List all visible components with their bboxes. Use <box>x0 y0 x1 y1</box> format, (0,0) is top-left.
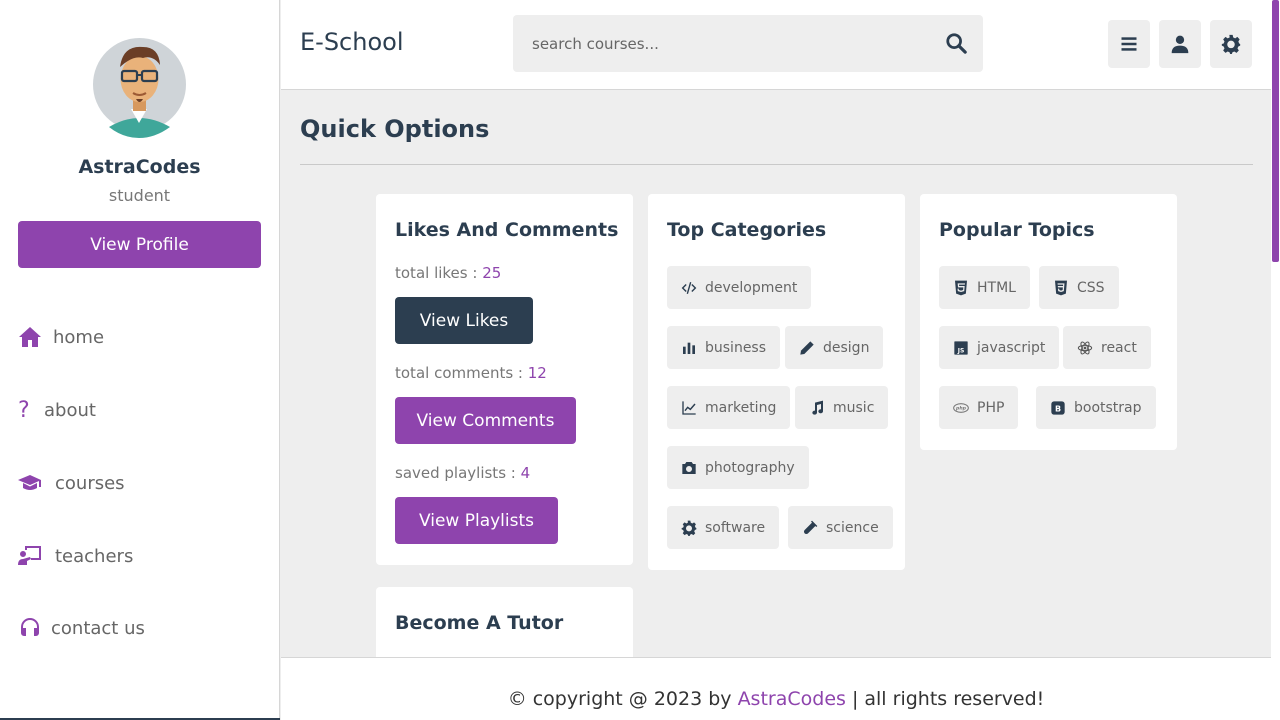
sidebar-item-home[interactable]: home <box>18 322 104 352</box>
code-icon <box>681 281 697 294</box>
sidebar-item-courses[interactable]: courses <box>18 468 125 498</box>
home-icon <box>19 327 41 347</box>
category-photography[interactable]: photography <box>667 446 809 489</box>
sidebar-item-about[interactable]: ? about <box>18 395 96 425</box>
php-icon: php <box>953 402 969 413</box>
card-title: Top Categories <box>667 219 827 241</box>
footer-prefix: © copyright @ 2023 by <box>507 688 738 710</box>
headset-icon <box>21 618 39 636</box>
view-playlists-button[interactable]: View Playlists <box>395 497 558 544</box>
topic-react[interactable]: react <box>1063 326 1151 369</box>
view-profile-button[interactable]: View Profile <box>18 221 261 268</box>
sidebar-item-label: contact us <box>51 617 145 639</box>
chalkboard-teacher-icon <box>18 546 41 565</box>
bootstrap-icon: B <box>1051 400 1065 415</box>
sidebar-item-teachers[interactable]: teachers <box>18 541 133 571</box>
topic-css[interactable]: CSS <box>1039 266 1119 309</box>
svg-text:JS: JS <box>957 347 965 354</box>
scrollbar[interactable] <box>1271 0 1280 720</box>
css3-icon <box>1055 280 1067 295</box>
avatar[interactable] <box>93 31 186 138</box>
logo[interactable]: E-School <box>300 28 404 56</box>
page-title: Quick Options <box>300 115 490 143</box>
menu-icon <box>1121 37 1137 51</box>
graduation-cap-icon <box>18 475 41 490</box>
profile-name: AstraCodes <box>78 156 201 178</box>
js-icon: JS <box>954 340 968 355</box>
category-business[interactable]: business <box>667 326 781 369</box>
bar-chart-icon <box>683 342 695 354</box>
topic-html[interactable]: HTML <box>939 266 1030 309</box>
top-categories-card: Top Categories development business desi… <box>648 194 905 570</box>
question-icon: ? <box>18 397 30 423</box>
scrollbar-thumb[interactable] <box>1272 0 1279 262</box>
gear-icon <box>1221 34 1241 54</box>
profile-role: student <box>108 186 171 205</box>
search-input[interactable] <box>513 15 933 72</box>
total-comments: total comments : 12 <box>395 364 547 382</box>
search-icon[interactable] <box>945 32 967 54</box>
saved-playlists: saved playlists : 4 <box>395 464 531 482</box>
line-chart-icon <box>682 400 696 415</box>
sidebar-item-label: courses <box>55 472 125 494</box>
footer-suffix: | all rights reserved! <box>845 688 1045 710</box>
header: E-School <box>281 0 1271 90</box>
card-title: Become A Tutor <box>395 612 564 634</box>
footer: © copyright @ 2023 by AstraCodes | all r… <box>281 657 1271 720</box>
svg-text:B: B <box>1055 404 1061 413</box>
card-title: Popular Topics <box>939 219 1095 241</box>
topic-php[interactable]: php PHP <box>939 386 1019 429</box>
pen-icon <box>800 340 814 355</box>
total-likes: total likes : 25 <box>395 264 502 282</box>
category-software[interactable]: software <box>667 506 780 549</box>
topic-bootstrap[interactable]: B bootstrap <box>1036 386 1156 429</box>
card-title: Likes And Comments <box>395 219 619 241</box>
html5-icon <box>955 280 967 295</box>
view-likes-button[interactable]: View Likes <box>395 297 533 344</box>
menu-button[interactable] <box>1108 20 1150 68</box>
vial-icon <box>803 520 818 534</box>
sidebar: AstraCodes student View Profile home ? a… <box>0 0 280 720</box>
view-comments-button[interactable]: View Comments <box>395 397 576 444</box>
category-design[interactable]: design <box>785 326 884 369</box>
become-tutor-card: Become A Tutor <box>376 587 633 667</box>
music-note-icon <box>812 400 823 415</box>
gear-icon <box>681 520 697 536</box>
category-marketing[interactable]: marketing <box>667 386 791 429</box>
settings-button[interactable] <box>1210 20 1252 68</box>
popular-topics-card: Popular Topics HTML CSS JS javascript re… <box>920 194 1177 450</box>
category-development[interactable]: development <box>667 266 812 309</box>
sidebar-item-label: about <box>44 399 96 421</box>
user-button[interactable] <box>1159 20 1201 68</box>
user-icon <box>1171 35 1189 54</box>
divider <box>300 164 1253 165</box>
category-music[interactable]: music <box>795 386 889 429</box>
footer-brand[interactable]: AstraCodes <box>738 688 846 710</box>
sidebar-item-contact-us[interactable]: contact us <box>18 613 145 643</box>
topic-javascript[interactable]: JS javascript <box>939 326 1060 369</box>
category-science[interactable]: science <box>788 506 893 549</box>
camera-icon <box>682 461 696 474</box>
react-icon <box>1077 341 1093 354</box>
sidebar-item-label: teachers <box>55 545 134 567</box>
likes-comments-card: Likes And Comments total likes : 25 View… <box>376 194 633 565</box>
sidebar-item-label: home <box>53 326 105 348</box>
svg-text:php: php <box>955 405 967 411</box>
search-bar <box>513 15 983 72</box>
